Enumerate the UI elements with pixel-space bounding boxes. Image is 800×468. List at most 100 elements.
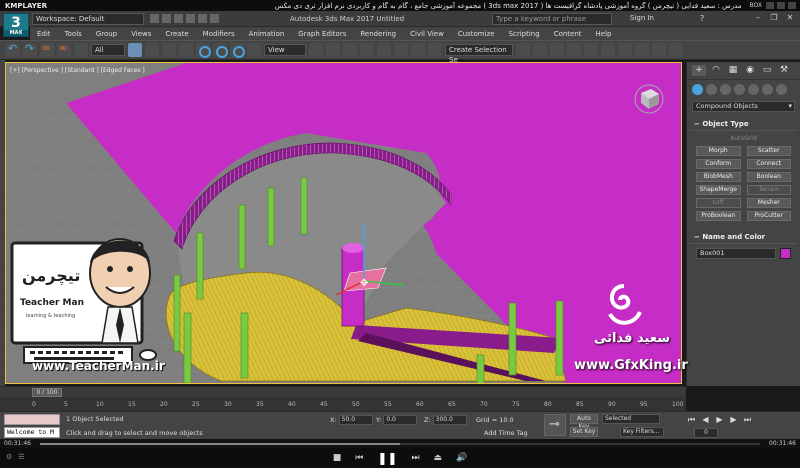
undo-button[interactable] [6,42,20,57]
shapemerge-button[interactable]: ShapeMerge [696,185,741,195]
percent-snap-button[interactable] [394,43,408,57]
layer-explorer-button[interactable] [550,43,564,57]
minimize-button[interactable]: – [752,13,764,23]
select-scale-button[interactable] [230,43,245,58]
go-to-start-icon[interactable]: ⏮ [686,414,697,425]
minimize-icon[interactable] [766,2,774,9]
select-object-button[interactable] [128,43,142,57]
boolean-button[interactable]: Boolean [746,172,791,182]
sign-in-button[interactable]: Sign In [630,14,654,22]
menu-edit[interactable]: Edit [30,30,58,38]
proboolean-button[interactable]: ProBoolean [696,211,741,221]
key-filters-button[interactable]: Key Filters... [620,427,664,437]
spinner-snap-button[interactable] [411,43,425,57]
unlink-button[interactable] [57,43,71,57]
next-frame-icon[interactable]: ▶ [728,414,739,425]
close-icon[interactable] [788,2,796,9]
shapes-icon[interactable] [706,84,717,95]
menu-create[interactable]: Create [158,30,195,38]
maxscript-listener-input[interactable]: Welcome to M [4,427,60,438]
stop-icon[interactable]: ■ [333,453,342,463]
redo-icon[interactable] [198,14,207,23]
menu-civil-view[interactable]: Civil View [403,30,451,38]
scatter-button[interactable]: Scatter [746,146,791,156]
object-type-header[interactable]: Object Type [690,118,797,131]
app-menu-button[interactable]: 3 MAX [3,13,29,37]
add-time-tag-button[interactable]: Add Time Tag [484,429,528,437]
select-rotate-button[interactable] [213,43,228,58]
menu-views[interactable]: Views [124,30,158,38]
workspace-dropdown[interactable]: Workspace: Default [32,12,144,25]
helpers-icon[interactable] [748,84,759,95]
redo-button[interactable] [23,42,37,57]
eject-icon[interactable]: ⏏ [434,453,443,463]
y-coordinate-input[interactable]: 0.0 [383,415,418,425]
align-button[interactable] [533,43,547,57]
placement-button[interactable] [247,43,261,57]
selected-set-dropdown[interactable]: Selected [602,414,660,424]
cameras-icon[interactable] [734,84,745,95]
pause-icon[interactable]: ❚❚ [377,451,397,465]
autogrid-checkbox[interactable]: AutoGrid [690,135,797,142]
menu-rendering[interactable]: Rendering [353,30,403,38]
window-crossing-button[interactable] [179,43,193,57]
conform-button[interactable]: Conform [696,159,741,169]
rendered-frame-window-button[interactable] [652,43,666,57]
prev-track-icon[interactable]: ⏮ [355,453,363,463]
track-bar[interactable]: 0 5 10 15 20 25 30 35 40 45 50 55 60 65 70 75 80 85 90 95 10… [0,397,686,411]
search-input[interactable]: Type a keyword or phrase [492,13,612,25]
object-category-dropdown[interactable]: Compound Objects [692,101,795,112]
close-button[interactable]: ✕ [784,13,796,23]
x-coordinate-input[interactable]: 50.0 [338,415,373,425]
new-file-icon[interactable] [150,14,159,23]
tab-create[interactable]: + [692,65,706,76]
time-slider-thumb[interactable]: 0 / 100 [32,388,62,397]
object-name-input[interactable]: Box001 [696,248,776,259]
render-setup-button[interactable] [635,43,649,57]
viewport-label[interactable]: [+] [Perspective ] [Standard ] [Edged Fa… [10,67,145,74]
morph-button[interactable]: Morph [696,146,741,156]
curve-editor-button[interactable] [584,43,598,57]
mirror-button[interactable] [516,43,530,57]
menu-scripting[interactable]: Scripting [502,30,547,38]
menu-tools[interactable]: Tools [58,30,89,38]
name-and-color-header[interactable]: Name and Color [690,231,797,244]
go-to-end-icon[interactable]: ⏭ [742,414,753,425]
menu-help[interactable]: Help [589,30,619,38]
video-seek-bar[interactable] [40,443,760,445]
kmplayer-box-label[interactable]: BOX [750,2,766,9]
object-color-swatch[interactable] [780,248,791,259]
menu-customize[interactable]: Customize [451,30,502,38]
systems-icon[interactable] [776,84,787,95]
menu-graph-editors[interactable]: Graph Editors [291,30,353,38]
tab-display[interactable]: ▭ [760,65,774,76]
play-icon[interactable]: ▶ [714,414,725,425]
playlist-icon[interactable]: ☰ [18,453,24,461]
select-manipulate-button[interactable] [326,43,340,57]
lights-icon[interactable] [720,84,731,95]
tab-hierarchy[interactable]: ▦ [726,65,740,76]
schematic-view-button[interactable] [601,43,615,57]
pivot-center-button[interactable] [309,43,323,57]
set-key-button[interactable]: Set Key [570,427,598,437]
maximize-icon[interactable] [777,2,785,9]
mesher-button[interactable]: Mesher [746,198,791,208]
menu-modifiers[interactable]: Modifiers [196,30,242,38]
procutter-button[interactable]: ProCutter [746,211,791,221]
angle-snap-button[interactable] [377,43,391,57]
volume-icon[interactable]: 🔊 [456,453,467,463]
tab-utilities[interactable]: ⚒ [777,65,791,76]
tab-motion[interactable]: ◉ [743,65,757,76]
space-warps-icon[interactable] [762,84,773,95]
open-file-icon[interactable] [162,14,171,23]
edit-named-selection-button[interactable] [428,43,442,57]
maxscript-listener-output[interactable] [4,414,60,425]
material-editor-button[interactable] [618,43,632,57]
help-icon[interactable]: ? [700,14,704,23]
menu-group[interactable]: Group [89,30,124,38]
kmplayer-window-controls[interactable] [766,2,800,9]
rect-selection-button[interactable] [162,43,176,57]
keyboard-shortcut-override-button[interactable] [343,43,357,57]
previous-frame-icon[interactable]: ◀ [700,414,711,425]
loft-button[interactable]: Loft [696,198,741,208]
